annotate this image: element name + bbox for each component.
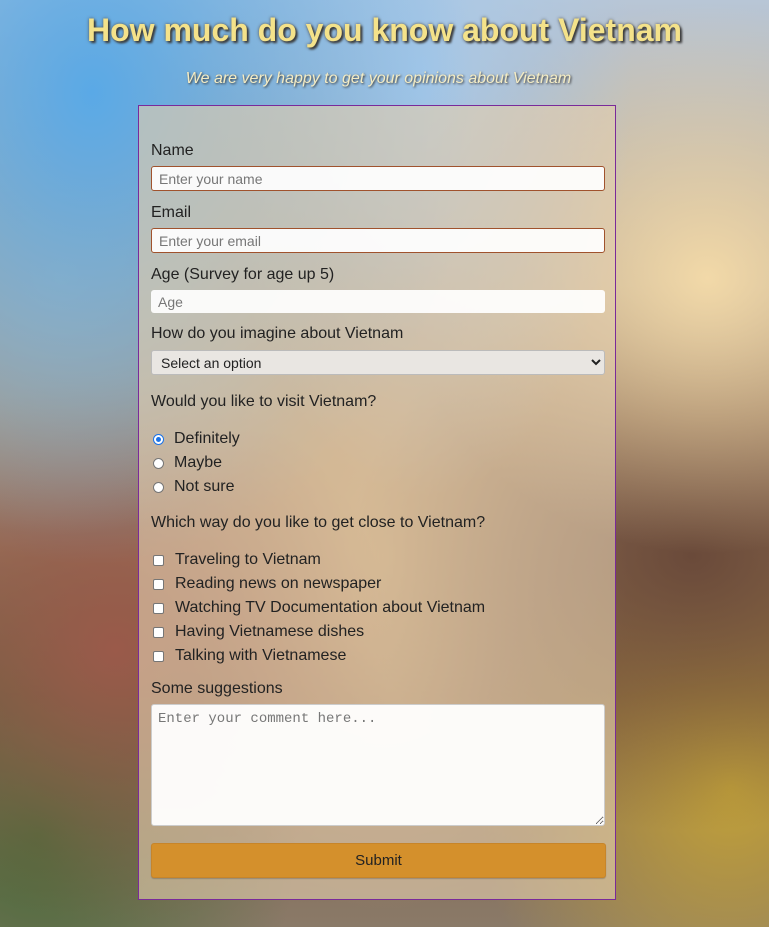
- age-input[interactable]: [151, 290, 605, 313]
- submit-button[interactable]: Submit: [151, 843, 606, 878]
- survey-form: Name Email Age (Survey for age up 5) How…: [138, 105, 616, 900]
- imagine-select[interactable]: Select an option: [151, 350, 605, 375]
- checkbox-reading-news[interactable]: [153, 578, 164, 590]
- email-input[interactable]: [151, 228, 605, 253]
- page-title: How much do you know about Vietnam: [87, 12, 682, 48]
- email-label: Email: [151, 204, 192, 221]
- radio-label-maybe: Maybe: [174, 454, 223, 471]
- age-label: Age (Survey for age up 5): [151, 266, 335, 283]
- suggestions-textarea[interactable]: [151, 704, 605, 826]
- checkbox-watching-tv[interactable]: [153, 602, 164, 614]
- checkbox-label-traveling: Traveling to Vietnam: [175, 551, 321, 568]
- checkbox-traveling[interactable]: [153, 554, 164, 566]
- name-label: Name: [151, 142, 194, 159]
- checkbox-option-reading-news[interactable]: Reading news on newspaper: [151, 574, 381, 594]
- ways-question: Which way do you like to get close to Vi…: [151, 514, 486, 531]
- checkbox-option-dishes[interactable]: Having Vietnamese dishes: [151, 622, 364, 642]
- checkbox-label-dishes: Having Vietnamese dishes: [175, 623, 365, 640]
- checkbox-label-watching-tv: Watching TV Documentation about Vietnam: [175, 599, 486, 616]
- page-subtitle: We are very happy to get your opinions a…: [185, 70, 572, 87]
- checkbox-talking[interactable]: [153, 650, 164, 662]
- checkbox-option-talking[interactable]: Talking with Vietnamese: [151, 646, 346, 666]
- radio-label-definitely: Definitely: [174, 430, 240, 447]
- checkbox-option-traveling[interactable]: Traveling to Vietnam: [151, 550, 321, 570]
- radio-button-maybe[interactable]: [153, 457, 164, 469]
- radio-button-definitely[interactable]: [153, 433, 164, 445]
- name-input[interactable]: [151, 166, 605, 191]
- radio-option-definitely[interactable]: Definitely: [151, 429, 240, 449]
- imagine-label: How do you imagine about Vietnam: [151, 325, 404, 342]
- checkbox-dishes[interactable]: [153, 626, 164, 638]
- checkbox-label-reading-news: Reading news on newspaper: [175, 575, 382, 592]
- radio-button-not-sure[interactable]: [153, 481, 164, 493]
- checkbox-label-talking: Talking with Vietnamese: [175, 647, 347, 664]
- radio-option-maybe[interactable]: Maybe: [151, 453, 222, 473]
- radio-label-not-sure: Not sure: [174, 478, 235, 495]
- visit-question: Would you like to visit Vietnam?: [151, 393, 377, 410]
- checkbox-option-watching-tv[interactable]: Watching TV Documentation about Vietnam: [151, 598, 485, 618]
- suggestions-label: Some suggestions: [151, 680, 283, 697]
- radio-option-not-sure[interactable]: Not sure: [151, 477, 234, 497]
